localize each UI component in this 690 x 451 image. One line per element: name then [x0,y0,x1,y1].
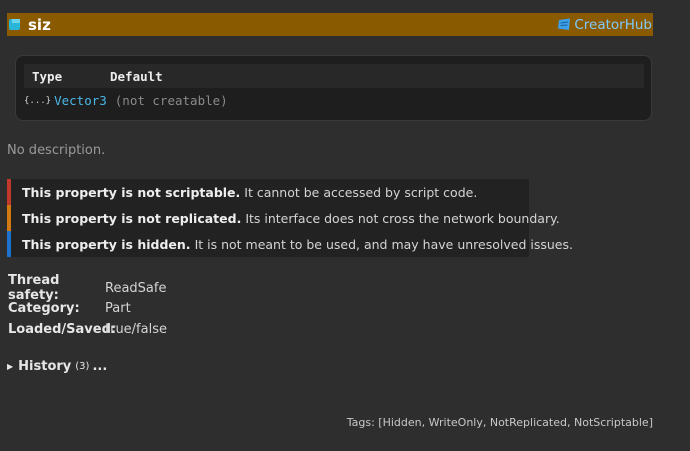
history-label: History [18,359,72,374]
type-table: Type Default {...} Vector3 (not creatabl… [15,55,652,121]
metadata-key: Category: [8,301,80,317]
warning-title: This property is not scriptable. [22,184,241,200]
metadata-category: Category: Part [8,299,167,320]
property-header-bar: siz CreatorHub [7,13,653,36]
type-link[interactable]: Vector3 [54,93,107,108]
metadata-value: true/false [105,321,167,337]
datatype-icon: {...} [24,95,52,106]
creatorhub-link[interactable]: CreatorHub [558,17,653,33]
default-value: (not creatable) [114,93,228,108]
type-table-row: {...} Vector3 (not creatable) [24,93,228,108]
metadata-key: Thread safety: [8,273,60,304]
expand-triangle-icon: ▶ [7,362,14,371]
property-icon [9,19,20,30]
metadata-loaded-saved: Loaded/Saved: true/false [8,319,167,340]
page-title: siz [28,15,51,34]
metadata-list: Thread safety: ReadSafe Category: Part L… [8,273,167,340]
warning-not-replicated: This property is not replicated. Its int… [7,205,560,231]
warning-not-scriptable: This property is not scriptable. It cann… [7,179,529,205]
warning-hidden: This property is hidden. It is not meant… [7,231,573,257]
type-table-header: Type Default [24,64,644,88]
history-toggle[interactable]: ▶ History (3) ... [7,359,107,374]
warning-title: This property is hidden. [22,236,191,252]
metadata-value: ReadSafe [105,280,167,296]
metadata-key: Loaded/Saved: [8,321,117,337]
warning-list: This property is not scriptable. It cann… [7,179,573,257]
metadata-value: Part [105,301,131,317]
history-count: (3) [75,361,90,372]
default-column-header: Default [110,68,163,84]
creatorhub-link-label[interactable]: CreatorHub [574,17,652,33]
history-ellipsis: ... [92,359,108,374]
description-text: No description. [7,143,106,158]
warning-title: This property is not replicated. [22,210,242,226]
warning-text: It cannot be accessed by script code. [244,184,478,200]
creatorhub-icon [558,18,571,30]
warning-text: It is not meant to be used, and may have… [194,236,573,252]
tags-line: Tags: [Hidden, WriteOnly, NotReplicated,… [346,416,653,429]
metadata-thread-safety: Thread safety: ReadSafe [8,273,167,303]
warning-text: Its interface does not cross the network… [245,210,560,226]
type-column-header: Type [32,68,63,84]
header-left: siz [7,16,51,34]
